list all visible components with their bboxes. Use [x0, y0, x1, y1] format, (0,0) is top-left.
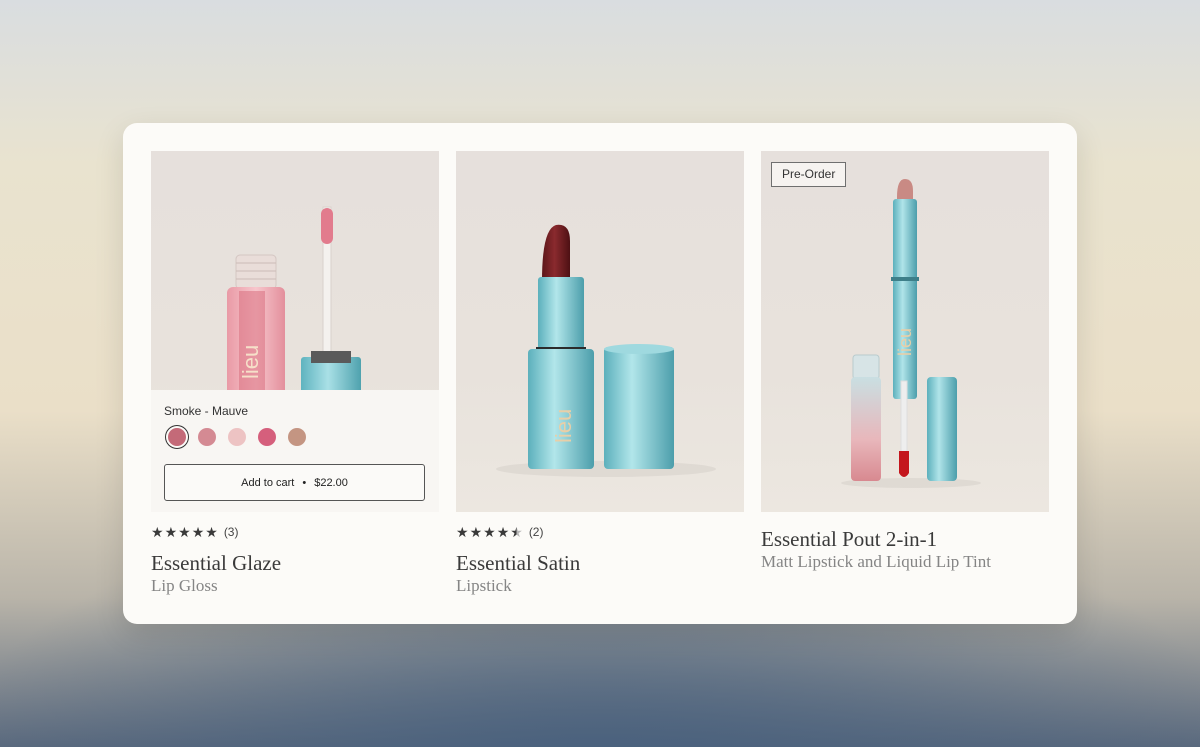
shade-swatch[interactable]	[228, 428, 246, 446]
star-icon: ★	[178, 524, 191, 540]
selected-shade-label: Smoke - Mauve	[164, 404, 249, 418]
pre-order-badge: Pre-Order	[771, 162, 847, 187]
product-image-pout-2-in-1[interactable]: lieu Pre-Order	[761, 151, 1049, 512]
product-title[interactable]: Essential Pout 2-in-1	[761, 527, 937, 552]
swatch-wrapper	[166, 426, 188, 448]
shade-swatches	[166, 426, 308, 448]
review-count: (3)	[223, 525, 239, 539]
add-to-cart-label: Add to cart	[241, 476, 295, 489]
product-subtitle: Matt Lipstick and Liquid Lip Tint	[761, 552, 991, 571]
shade-swatch[interactable]	[258, 428, 276, 446]
star-icon: ★	[191, 524, 205, 540]
product-title[interactable]: Essential Glaze	[151, 551, 281, 576]
swatch-wrapper	[256, 426, 278, 448]
swatch-wrapper	[226, 426, 248, 448]
star-icon: ★	[164, 524, 178, 540]
product-subtitle: Lip Gloss	[151, 576, 218, 595]
review-count: (2)	[528, 525, 544, 539]
lipstick-illustration: lieu	[496, 224, 716, 477]
star-icon: ★	[496, 524, 510, 540]
product-image-lip-gloss[interactable]: lieu Smoke - Mauve Add to cart • $22.00	[151, 151, 439, 512]
star-icon: ★	[456, 524, 469, 540]
price-separator: •	[302, 476, 307, 489]
shade-swatch[interactable]	[288, 428, 306, 446]
pout-2-in-1-illustration: lieu	[841, 179, 981, 488]
star-icon: ★	[205, 524, 218, 540]
product-card-essential-satin[interactable]: lieu ★ ★ ★ ★ ★ (2) Essential Satin Lipstick	[456, 151, 744, 595]
rating: ★ ★ ★ ★ ★ (2)	[456, 525, 543, 539]
star-rating-icon: ★ ★ ★ ★ ★	[151, 525, 218, 539]
star-rating-icon: ★ ★ ★ ★ ★	[456, 525, 523, 539]
swatch-wrapper	[286, 426, 308, 448]
star-icon: ★	[483, 524, 496, 540]
add-to-cart-button[interactable]: Add to cart • $22.00	[164, 464, 425, 501]
star-icon: ★	[151, 524, 164, 540]
product-subtitle: Lipstick	[456, 576, 512, 595]
svg-text:lieu: lieu	[238, 345, 263, 379]
product-title[interactable]: Essential Satin	[456, 551, 580, 576]
rating: ★ ★ ★ ★ ★ (3)	[151, 525, 238, 539]
price: $22.00	[314, 476, 348, 489]
star-icon: ★	[469, 524, 483, 540]
quick-add-panel: Smoke - Mauve Add to cart • $22.00	[151, 390, 439, 512]
svg-text:lieu: lieu	[551, 409, 576, 443]
product-grid-panel: lieu Smoke - Mauve Add to cart • $22.00 …	[123, 123, 1077, 624]
product-card-essential-pout[interactable]: lieu Pre-Order Essential Pout 2-in-1 Mat…	[761, 151, 1049, 571]
svg-text:lieu: lieu	[895, 328, 915, 356]
swatch-wrapper	[196, 426, 218, 448]
shade-swatch[interactable]	[168, 428, 186, 446]
product-card-essential-glaze[interactable]: lieu Smoke - Mauve Add to cart • $22.00 …	[151, 151, 439, 595]
product-image-lipstick[interactable]: lieu	[456, 151, 744, 512]
shade-swatch[interactable]	[198, 428, 216, 446]
star-icon: ★	[510, 524, 523, 540]
